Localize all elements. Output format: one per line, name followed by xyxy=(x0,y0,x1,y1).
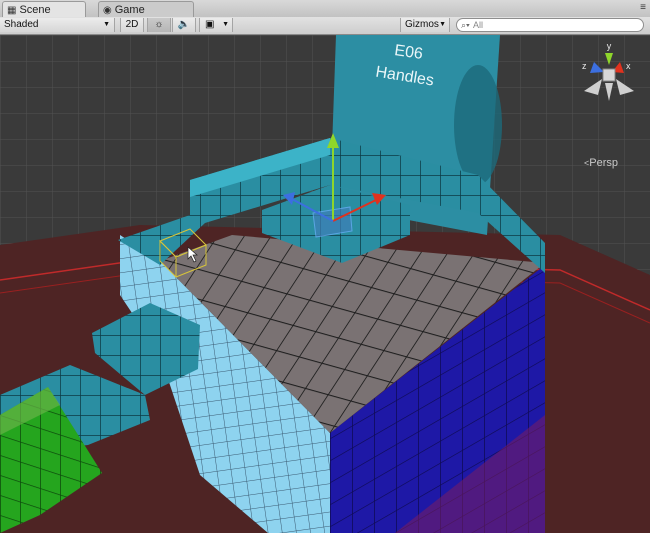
gizmo-y-label: y xyxy=(607,41,612,51)
scene-icon: ▦ xyxy=(7,5,17,16)
tab-game-label: Game xyxy=(114,4,145,16)
gizmo-neg-z-cone-icon xyxy=(616,79,634,95)
sun-icon: ☼ xyxy=(154,19,164,30)
tab-scene[interactable]: ▦ Scene xyxy=(2,1,86,17)
gizmo-neg-x-cone-icon xyxy=(584,79,602,95)
scene-toolbar: Shaded ▼ 2D ☼ 🔈 ▣ ▼ Gizmos ▼ ⌕▾ All xyxy=(0,17,650,35)
gizmo-z-cone-icon xyxy=(590,62,604,73)
scene-viewport[interactable]: E06 Handles y x z <Persp xyxy=(0,35,650,533)
speaker-icon: 🔈 xyxy=(177,19,191,30)
dropdown-arrow-icon: ▼ xyxy=(439,21,446,28)
dropdown-arrow-icon: ▼ xyxy=(103,21,110,28)
persp-label: Persp xyxy=(589,157,619,169)
shading-mode-dropdown[interactable]: Shaded ▼ xyxy=(0,18,115,32)
scene-lighting-button[interactable]: ☼ xyxy=(147,18,171,32)
sign-shadow xyxy=(454,65,502,185)
gizmo-neg-y-cone-icon xyxy=(605,83,613,101)
scene-search-input[interactable]: ⌕▾ All xyxy=(456,18,644,32)
gizmos-dropdown[interactable]: Gizmos ▼ xyxy=(400,18,450,32)
game-icon: ◉ xyxy=(103,5,112,16)
2d-toggle-button[interactable]: 2D xyxy=(120,18,144,32)
scene-audio-button[interactable]: 🔈 xyxy=(172,18,196,32)
orientation-gizmo[interactable]: y x z xyxy=(574,39,640,119)
projection-mode-label[interactable]: <Persp xyxy=(584,157,618,169)
gizmo-y-cone-icon xyxy=(605,53,613,65)
search-icon: ⌕▾ xyxy=(461,20,470,30)
scene-effects-dropdown[interactable]: ▣ ▼ xyxy=(199,18,233,32)
editor-tab-bar: ▦ Scene ◉ Game ≡ xyxy=(0,0,650,18)
tab-game[interactable]: ◉ Game xyxy=(98,1,194,17)
shading-mode-label: Shaded xyxy=(4,19,39,30)
dropdown-arrow-icon: ▼ xyxy=(222,21,229,28)
tab-scene-label: Scene xyxy=(19,4,51,16)
gizmos-label: Gizmos xyxy=(405,19,439,30)
search-placeholder: All xyxy=(473,20,484,30)
gizmo-z-label: z xyxy=(582,61,587,71)
image-icon: ▣ xyxy=(205,19,215,30)
2d-toggle-label: 2D xyxy=(125,19,139,30)
gizmo-x-label: x xyxy=(626,61,631,71)
scene-render: E06 Handles xyxy=(0,35,650,533)
tab-menu-icon[interactable]: ≡ xyxy=(640,2,646,13)
gizmo-center-cube-icon xyxy=(602,68,616,82)
